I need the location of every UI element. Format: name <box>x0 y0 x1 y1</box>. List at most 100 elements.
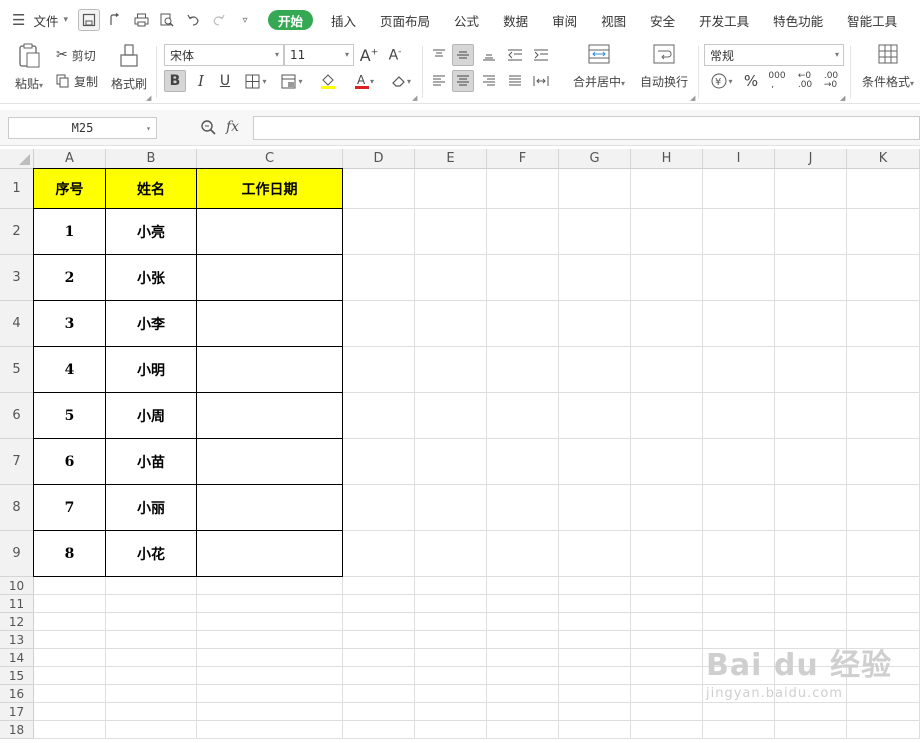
column-header-j[interactable]: J <box>775 149 847 169</box>
column-header-a[interactable]: A <box>34 149 106 169</box>
row-header-18[interactable]: 18 <box>0 721 34 739</box>
increase-font-button[interactable]: A+ <box>358 44 380 66</box>
merge-center-button[interactable]: 合并居中▾ <box>566 43 632 99</box>
print-icon[interactable] <box>130 9 152 31</box>
copy-button[interactable]: 复制 <box>56 70 98 92</box>
italic-button[interactable]: I <box>190 70 212 92</box>
table-cell[interactable] <box>197 255 342 300</box>
row-header-15[interactable]: 15 <box>0 667 34 685</box>
row-header-6[interactable]: 6 <box>0 393 34 439</box>
table-cell[interactable]: 1 <box>34 209 105 254</box>
row-header-11[interactable]: 11 <box>0 595 34 613</box>
column-header-i[interactable]: I <box>703 149 775 169</box>
table-cell[interactable] <box>197 209 342 254</box>
table-cell[interactable]: 4 <box>34 347 105 392</box>
distributed-align-button[interactable] <box>530 70 552 92</box>
fill-color-button[interactable] <box>312 70 344 92</box>
tab-special-features[interactable]: 特色功能 <box>761 0 835 40</box>
paste-button[interactable]: 粘贴▾ <box>8 43 50 99</box>
table-cell[interactable]: 小亮 <box>106 209 196 254</box>
expand-dialog-icon[interactable]: ◢ <box>840 94 845 102</box>
thousands-button[interactable]: 000 , <box>766 70 788 92</box>
format-painter-button[interactable]: 格式刷 <box>108 43 150 99</box>
column-header-e[interactable]: E <box>415 149 487 169</box>
tab-security[interactable]: 安全 <box>638 0 687 40</box>
increase-indent-button[interactable] <box>530 44 552 66</box>
row-header-4[interactable]: 4 <box>0 301 34 347</box>
tab-home[interactable]: 开始 <box>268 10 314 30</box>
column-header-h[interactable]: H <box>631 149 703 169</box>
decrease-font-button[interactable]: A- <box>384 44 406 66</box>
table-cell[interactable] <box>197 301 342 346</box>
file-menu[interactable]: 文件 ▾ <box>29 0 72 40</box>
tab-view[interactable]: 视图 <box>589 0 638 40</box>
decrease-indent-button[interactable] <box>504 44 526 66</box>
name-box[interactable]: M25 ▾ <box>8 117 157 139</box>
tab-developer[interactable]: 开发工具 <box>687 0 761 40</box>
bold-button[interactable]: B <box>164 70 186 92</box>
number-format-select[interactable]: 常规 ▾ <box>704 44 844 66</box>
align-right-button[interactable] <box>478 70 500 92</box>
increase-decimal-button[interactable]: ←0.00 <box>794 70 816 92</box>
align-bottom-button[interactable] <box>478 44 500 66</box>
expand-dialog-icon[interactable]: ◢ <box>412 94 417 102</box>
tab-data[interactable]: 数据 <box>491 0 540 40</box>
row-header-9[interactable]: 9 <box>0 531 34 577</box>
font-color-button[interactable]: A ▾ <box>350 70 378 92</box>
table-cell[interactable]: 小明 <box>106 347 196 392</box>
row-header-13[interactable]: 13 <box>0 631 34 649</box>
conditional-format-button[interactable]: 条件格式▾ <box>856 43 920 99</box>
table-cell[interactable]: 小张 <box>106 255 196 300</box>
tab-insert[interactable]: 插入 <box>319 0 368 40</box>
align-middle-button[interactable] <box>452 44 474 66</box>
row-header-17[interactable]: 17 <box>0 703 34 721</box>
wrap-text-button[interactable]: 自动换行 <box>636 43 692 99</box>
cut-button[interactable]: ✂ 剪切 <box>56 44 96 66</box>
font-size-select[interactable]: 11 ▾ <box>284 44 354 66</box>
row-header-16[interactable]: 16 <box>0 685 34 703</box>
formula-input[interactable] <box>253 116 920 140</box>
decrease-decimal-button[interactable]: .00 →0 <box>820 70 842 92</box>
table-cell[interactable]: 3 <box>34 301 105 346</box>
align-center-button[interactable] <box>452 70 474 92</box>
table-cell[interactable] <box>197 393 342 438</box>
row-header-10[interactable]: 10 <box>0 577 34 595</box>
font-name-select[interactable]: 宋体 ▾ <box>164 44 284 66</box>
column-header-k[interactable]: K <box>847 149 920 169</box>
justify-button[interactable] <box>504 70 526 92</box>
select-all-corner[interactable] <box>0 149 34 169</box>
row-header-8[interactable]: 8 <box>0 485 34 531</box>
table-cell[interactable]: 2 <box>34 255 105 300</box>
expand-dialog-icon[interactable]: ◢ <box>690 94 695 102</box>
row-header-5[interactable]: 5 <box>0 347 34 393</box>
underline-button[interactable]: U <box>214 70 236 92</box>
column-header-f[interactable]: F <box>487 149 559 169</box>
align-left-button[interactable] <box>428 70 450 92</box>
tab-smart-toolbox[interactable]: 智能工具箱 <box>835 0 897 40</box>
print-preview-icon[interactable] <box>156 9 178 31</box>
column-header-d[interactable]: D <box>343 149 415 169</box>
zoom-search-icon[interactable] <box>200 119 216 135</box>
tab-page-layout[interactable]: 页面布局 <box>368 0 442 40</box>
table-cell[interactable]: 小花 <box>106 531 196 576</box>
table-cell[interactable]: 6 <box>34 439 105 484</box>
column-header-c[interactable]: C <box>197 149 343 169</box>
redo-icon[interactable] <box>208 9 230 31</box>
table-cell[interactable] <box>197 531 342 576</box>
percent-button[interactable]: % <box>740 70 762 92</box>
cell-style-button[interactable]: ▾ <box>276 70 308 92</box>
currency-button[interactable]: ¥ ▾ <box>706 70 738 92</box>
table-cell[interactable]: 小苗 <box>106 439 196 484</box>
customize-toolbar-icon[interactable]: ▿ <box>234 9 256 31</box>
row-header-3[interactable]: 3 <box>0 255 34 301</box>
row-header-7[interactable]: 7 <box>0 439 34 485</box>
insert-function-icon[interactable]: fx <box>226 119 239 135</box>
export-icon[interactable] <box>104 9 126 31</box>
table-cell[interactable]: 7 <box>34 485 105 530</box>
table-cell[interactable] <box>197 485 342 530</box>
align-top-button[interactable] <box>428 44 450 66</box>
table-header-cell[interactable]: 姓名 <box>106 169 196 208</box>
table-cell[interactable] <box>197 439 342 484</box>
expand-dialog-icon[interactable]: ◢ <box>146 94 151 102</box>
row-header-12[interactable]: 12 <box>0 613 34 631</box>
